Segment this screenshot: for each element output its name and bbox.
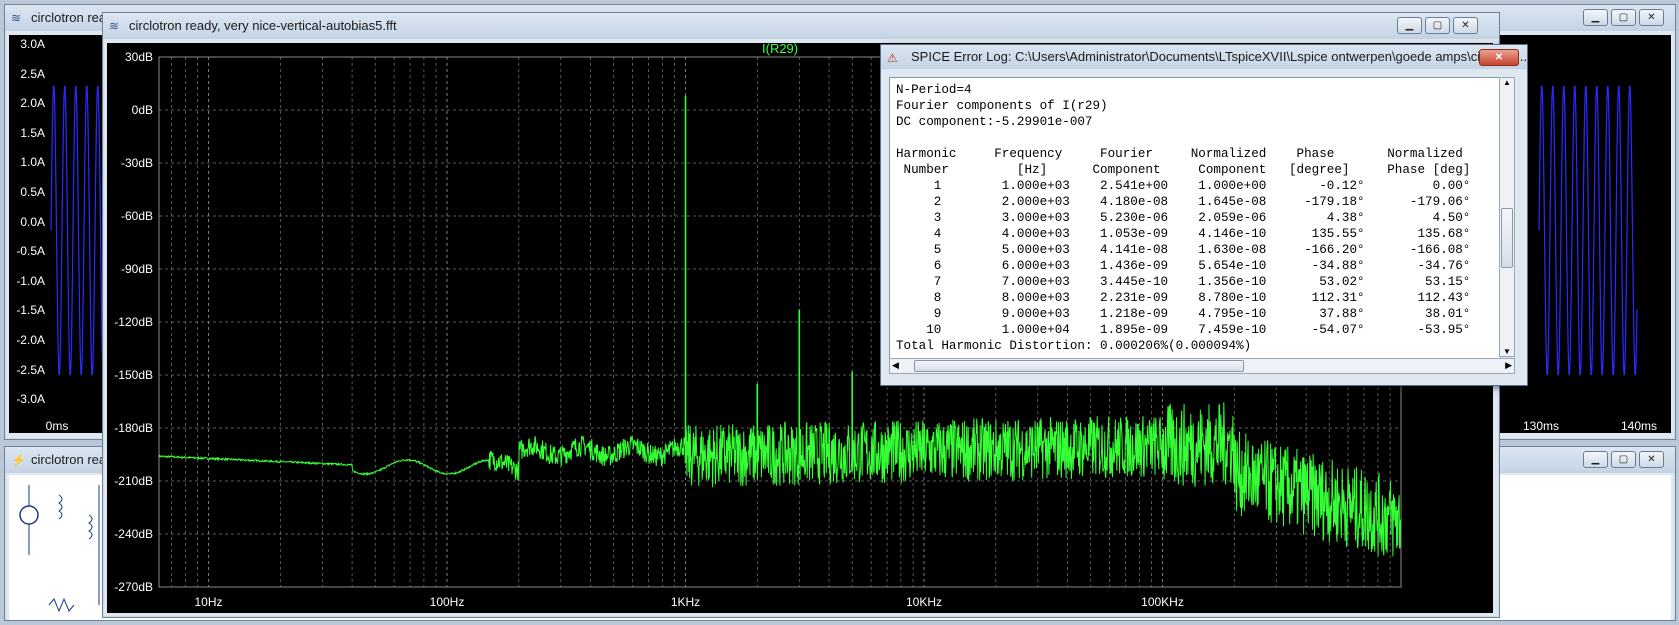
- trace-label[interactable]: I(R29): [762, 43, 798, 56]
- close-button[interactable]: ✕: [1639, 9, 1664, 26]
- log-line: DC component:-5.29901e-007: [896, 115, 1093, 129]
- log-line: 10 1.000e+04 1.895e-09 7.459e-10 -54.07°…: [926, 323, 1471, 337]
- fft-noise-trace: [158, 402, 1402, 557]
- maximize-button[interactable]: ▢: [1611, 451, 1636, 468]
- log-line: 3 3.000e+03 5.230e-06 2.059e-06 4.38° 4.…: [933, 211, 1471, 225]
- fft-x-tick: 10KHz: [905, 595, 943, 609]
- maximize-button[interactable]: ▢: [1425, 17, 1450, 34]
- back-y-tick: -1.0A: [16, 273, 45, 288]
- log-line: 7 7.000e+03 3.445e-10 1.356e-10 53.02° 5…: [933, 275, 1471, 289]
- fft-x-tick: 100Hz: [429, 595, 465, 609]
- fft-y-tick: -30dB: [120, 156, 153, 170]
- fft-y-tick: -270dB: [114, 580, 153, 594]
- scroll-left-icon[interactable]: ◀: [892, 360, 899, 371]
- log-line: Harmonic Frequency Fourier Normalized Ph…: [896, 147, 1463, 161]
- blue-trace-left: [50, 85, 108, 376]
- fft-y-tick: -120dB: [114, 315, 153, 329]
- error-log-text[interactable]: N-Period=4 Fourier components of I(r29) …: [889, 77, 1501, 359]
- close-button[interactable]: ✕: [1639, 451, 1664, 468]
- ltspice-icon: ⚠: [887, 51, 898, 65]
- fft-window-titlebar[interactable]: ≋ circlotron ready, very nice-vertical-a…: [103, 13, 1499, 39]
- back-y-tick: 0.5A: [20, 185, 45, 199]
- fft-y-tick: -210dB: [114, 474, 153, 488]
- waveform-icon: ≋: [11, 11, 22, 25]
- log-line: Fourier components of I(r29): [896, 99, 1108, 113]
- minimize-button[interactable]: ▁: [1583, 451, 1608, 468]
- schematic-icon: ⚡: [11, 453, 26, 467]
- horizontal-scrollbar[interactable]: ◀ ▶: [889, 358, 1515, 374]
- horizontal-scroll-thumb[interactable]: [914, 360, 1244, 372]
- back-y-tick: -2.5A: [16, 362, 45, 377]
- back-y-tick: 3.0A: [20, 37, 45, 51]
- back-y-tick: -0.5A: [16, 244, 45, 259]
- back-window-top-title: circlotron rea: [31, 10, 107, 25]
- log-line: 2 2.000e+03 4.180e-08 1.645e-08 -179.18°…: [933, 195, 1471, 209]
- error-log-titlebar[interactable]: ⚠ SPICE Error Log: C:\Users\Administrato…: [881, 45, 1527, 69]
- fft-y-tick: -150dB: [114, 368, 153, 382]
- back-y-tick: 1.0A: [20, 155, 45, 170]
- waveform-icon: ≋: [109, 19, 120, 33]
- fft-window-title: circlotron ready, very nice-vertical-aut…: [129, 18, 397, 33]
- back-y-tick: 2.0A: [20, 96, 45, 111]
- back-x-left: 0ms: [45, 419, 69, 433]
- back-x-right-2: 140ms: [1620, 419, 1658, 433]
- log-line: Number [Hz] Component Component [degree]…: [903, 163, 1471, 177]
- fft-y-tick: -180dB: [114, 421, 153, 435]
- back-x-right-1: 130ms: [1522, 419, 1560, 433]
- back-y-tick: -2.0A: [16, 333, 45, 347]
- back-y-tick: 1.5A: [20, 125, 45, 140]
- log-line: 8 8.000e+03 2.231e-09 8.780e-10 112.31° …: [933, 291, 1471, 305]
- back-y-tick: -1.5A: [16, 303, 45, 318]
- maximize-button[interactable]: ▢: [1611, 9, 1636, 26]
- scroll-right-icon[interactable]: ▶: [1505, 360, 1512, 371]
- minimize-button[interactable]: ▁: [1583, 9, 1608, 26]
- fft-x-tick: 1KHz: [670, 595, 701, 609]
- back-y-tick: -3.0A: [16, 392, 45, 407]
- spice-error-log-window: ⚠ SPICE Error Log: C:\Users\Administrato…: [880, 44, 1528, 386]
- fft-y-tick: 0dB: [131, 103, 153, 117]
- fft-y-tick: -240dB: [114, 527, 153, 541]
- close-button[interactable]: ✕: [1479, 49, 1519, 66]
- fft-y-tick: 30dB: [124, 50, 153, 64]
- log-line: 9 9.000e+03 1.218e-09 4.795e-10 37.88° 3…: [933, 307, 1471, 321]
- back-window-bottom-title: circlotron rea: [31, 452, 107, 467]
- vertical-scrollbar[interactable]: ▲ ▼: [1499, 77, 1515, 357]
- log-line: N-Period=4: [896, 83, 972, 97]
- back-y-tick: 0.0A: [20, 214, 45, 229]
- minimize-button[interactable]: ▁: [1397, 17, 1422, 34]
- log-line: 1 1.000e+03 2.541e+00 1.000e+00 -0.12° 0…: [933, 179, 1471, 193]
- scroll-down-icon[interactable]: ▼: [1503, 347, 1511, 356]
- fft-y-tick: -90dB: [120, 262, 153, 276]
- close-button[interactable]: ✕: [1453, 17, 1478, 34]
- blue-trace-right: [1538, 85, 1638, 376]
- error-log-title: SPICE Error Log: C:\Users\Administrator\…: [911, 49, 1527, 64]
- back-y-tick: 2.5A: [20, 66, 45, 81]
- fft-y-tick: -60dB: [120, 209, 153, 223]
- scroll-up-icon[interactable]: ▲: [1503, 78, 1511, 87]
- log-line: 5 5.000e+03 4.141e-08 1.630e-08 -166.20°…: [933, 243, 1471, 257]
- log-line: 6 6.000e+03 1.436e-09 5.654e-10 -34.88° …: [933, 259, 1471, 273]
- fft-x-tick: 10Hz: [194, 595, 223, 609]
- log-content: N-Period=4 Fourier components of I(r29) …: [890, 78, 1500, 358]
- log-line: 4 4.000e+03 1.053e-09 4.146e-10 135.55° …: [933, 227, 1471, 241]
- log-line: Total Harmonic Distortion: 0.000206%(0.0…: [896, 339, 1252, 353]
- vertical-scroll-thumb[interactable]: [1501, 208, 1513, 268]
- fft-x-tick: 100KHz: [1141, 595, 1184, 609]
